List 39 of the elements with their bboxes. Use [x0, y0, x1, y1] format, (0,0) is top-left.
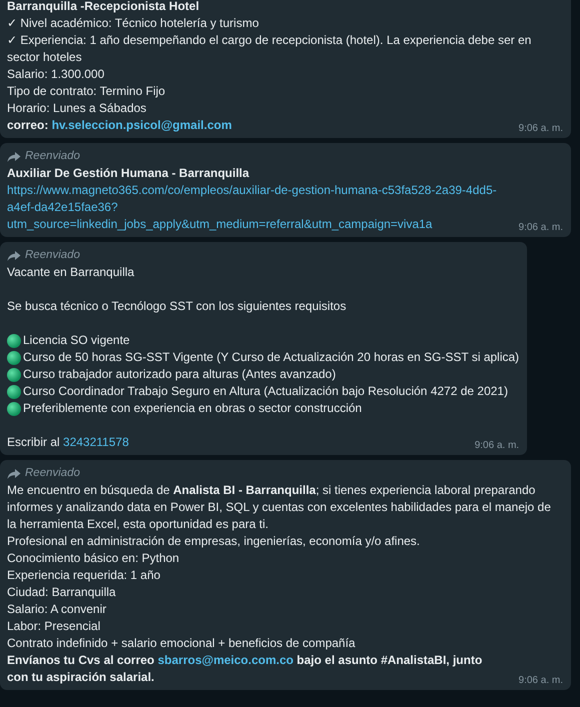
- message-text: Curso de 50 horas SG-SST Vigente (Y Curso de Actualización 20 horas en SG-SST si aplica): [23, 350, 520, 364]
- message-text: Vacante en Barranquilla: [7, 265, 134, 279]
- message-text: Curso Coordinador Trabajo Seguro en Altura (Actualización bajo Resolución 4272 de 2021): [23, 384, 508, 398]
- message-text: ✓ Experiencia: 1 año desempeñando el cargo de recepcionista (hotel). La experiencia debe ser en sector hoteles: [7, 33, 532, 64]
- message-link[interactable]: sbarros@meico.com.co: [158, 653, 294, 667]
- message-text: Envíanos tu Cvs al correo sbarros@meico.com.co bajo el asunto #AnalistaBI, junto con tu aspiración salarial.: [7, 652, 484, 686]
- message-text: Labor: Presencial: [7, 619, 100, 633]
- message-time: 9:06 a. m.: [518, 221, 563, 234]
- message-text: correo: hv.seleccion.psicol@gmail.com: [7, 117, 233, 134]
- message-text: Experiencia requerida: 1 año: [7, 568, 160, 582]
- message-text: Salario: 1.300.000: [7, 67, 104, 81]
- forwarded-label: Reenviado: [25, 466, 80, 481]
- message-text: Me encuentro en búsqueda de Analista BI - Barranquilla; si tienes experiencia laboral preparando informes y analizando data en Power BI, SQL y cuentas con excelentes habilidades para el manejo de la herramienta Excel, esta oportunidad es para ti.: [7, 483, 551, 531]
- message-text: Preferiblemente con experiencia en obras o sector construcción: [23, 401, 362, 415]
- message-text: Barranquilla -Recepcionista Hotel: [7, 0, 200, 13]
- message-time: 9:06 a. m.: [518, 122, 563, 135]
- message-text: Profesional en administración de empresas, ingenierías, economía y/o afines.: [7, 534, 420, 548]
- message-text: Curso trabajador autorizado para alturas (Antes avanzado): [23, 367, 336, 381]
- message-text: Ciudad: Barranquilla: [7, 585, 116, 599]
- message-link[interactable]: https://www.magneto365.com/co/empleos/auxiliar-de-gestion-humana-c53fa528-2a39-4dd5-a4ef-da42e15fae36?utm_source=linkedin_jobs_apply&utm_medium=referral&utm_campaign=viva1a: [7, 182, 507, 233]
- message-text: Contrato indefinido + salario emocional + beneficios de compañía: [7, 636, 356, 650]
- message-text: Se busca técnico o Tecnólogo SST con los siguientes requisitos: [7, 299, 346, 313]
- message-text: Licencia SO vigente: [23, 333, 130, 347]
- message-text: Escribir al 3243211578: [7, 434, 130, 451]
- message-text: Horario: Lunes a Sábados: [7, 101, 146, 115]
- message-text: Salario: A convenir: [7, 602, 106, 616]
- message-text: Tipo de contrato: Termino Fijo: [7, 84, 166, 98]
- forward-arrow-icon: [7, 468, 21, 480]
- forward-arrow-icon: [7, 250, 21, 262]
- message-text: ✓ Nivel académico: Técnico hotelería y turismo: [7, 16, 259, 30]
- message-text: Auxiliar De Gestión Humana - Barranquilla: [7, 166, 250, 180]
- message-time: 9:06 a. m.: [474, 439, 520, 452]
- forward-arrow-icon: [7, 150, 21, 162]
- forwarded-label: Reenviado: [25, 248, 80, 263]
- forwarded-label: Reenviado: [25, 149, 80, 164]
- message-link[interactable]: 3243211578: [63, 435, 129, 449]
- message-link[interactable]: hv.seleccion.psicol@gmail.com: [52, 118, 232, 132]
- message-time: 9:06 a. m.: [518, 674, 563, 687]
- message-text: Conocimiento básico en: Python: [7, 551, 180, 565]
